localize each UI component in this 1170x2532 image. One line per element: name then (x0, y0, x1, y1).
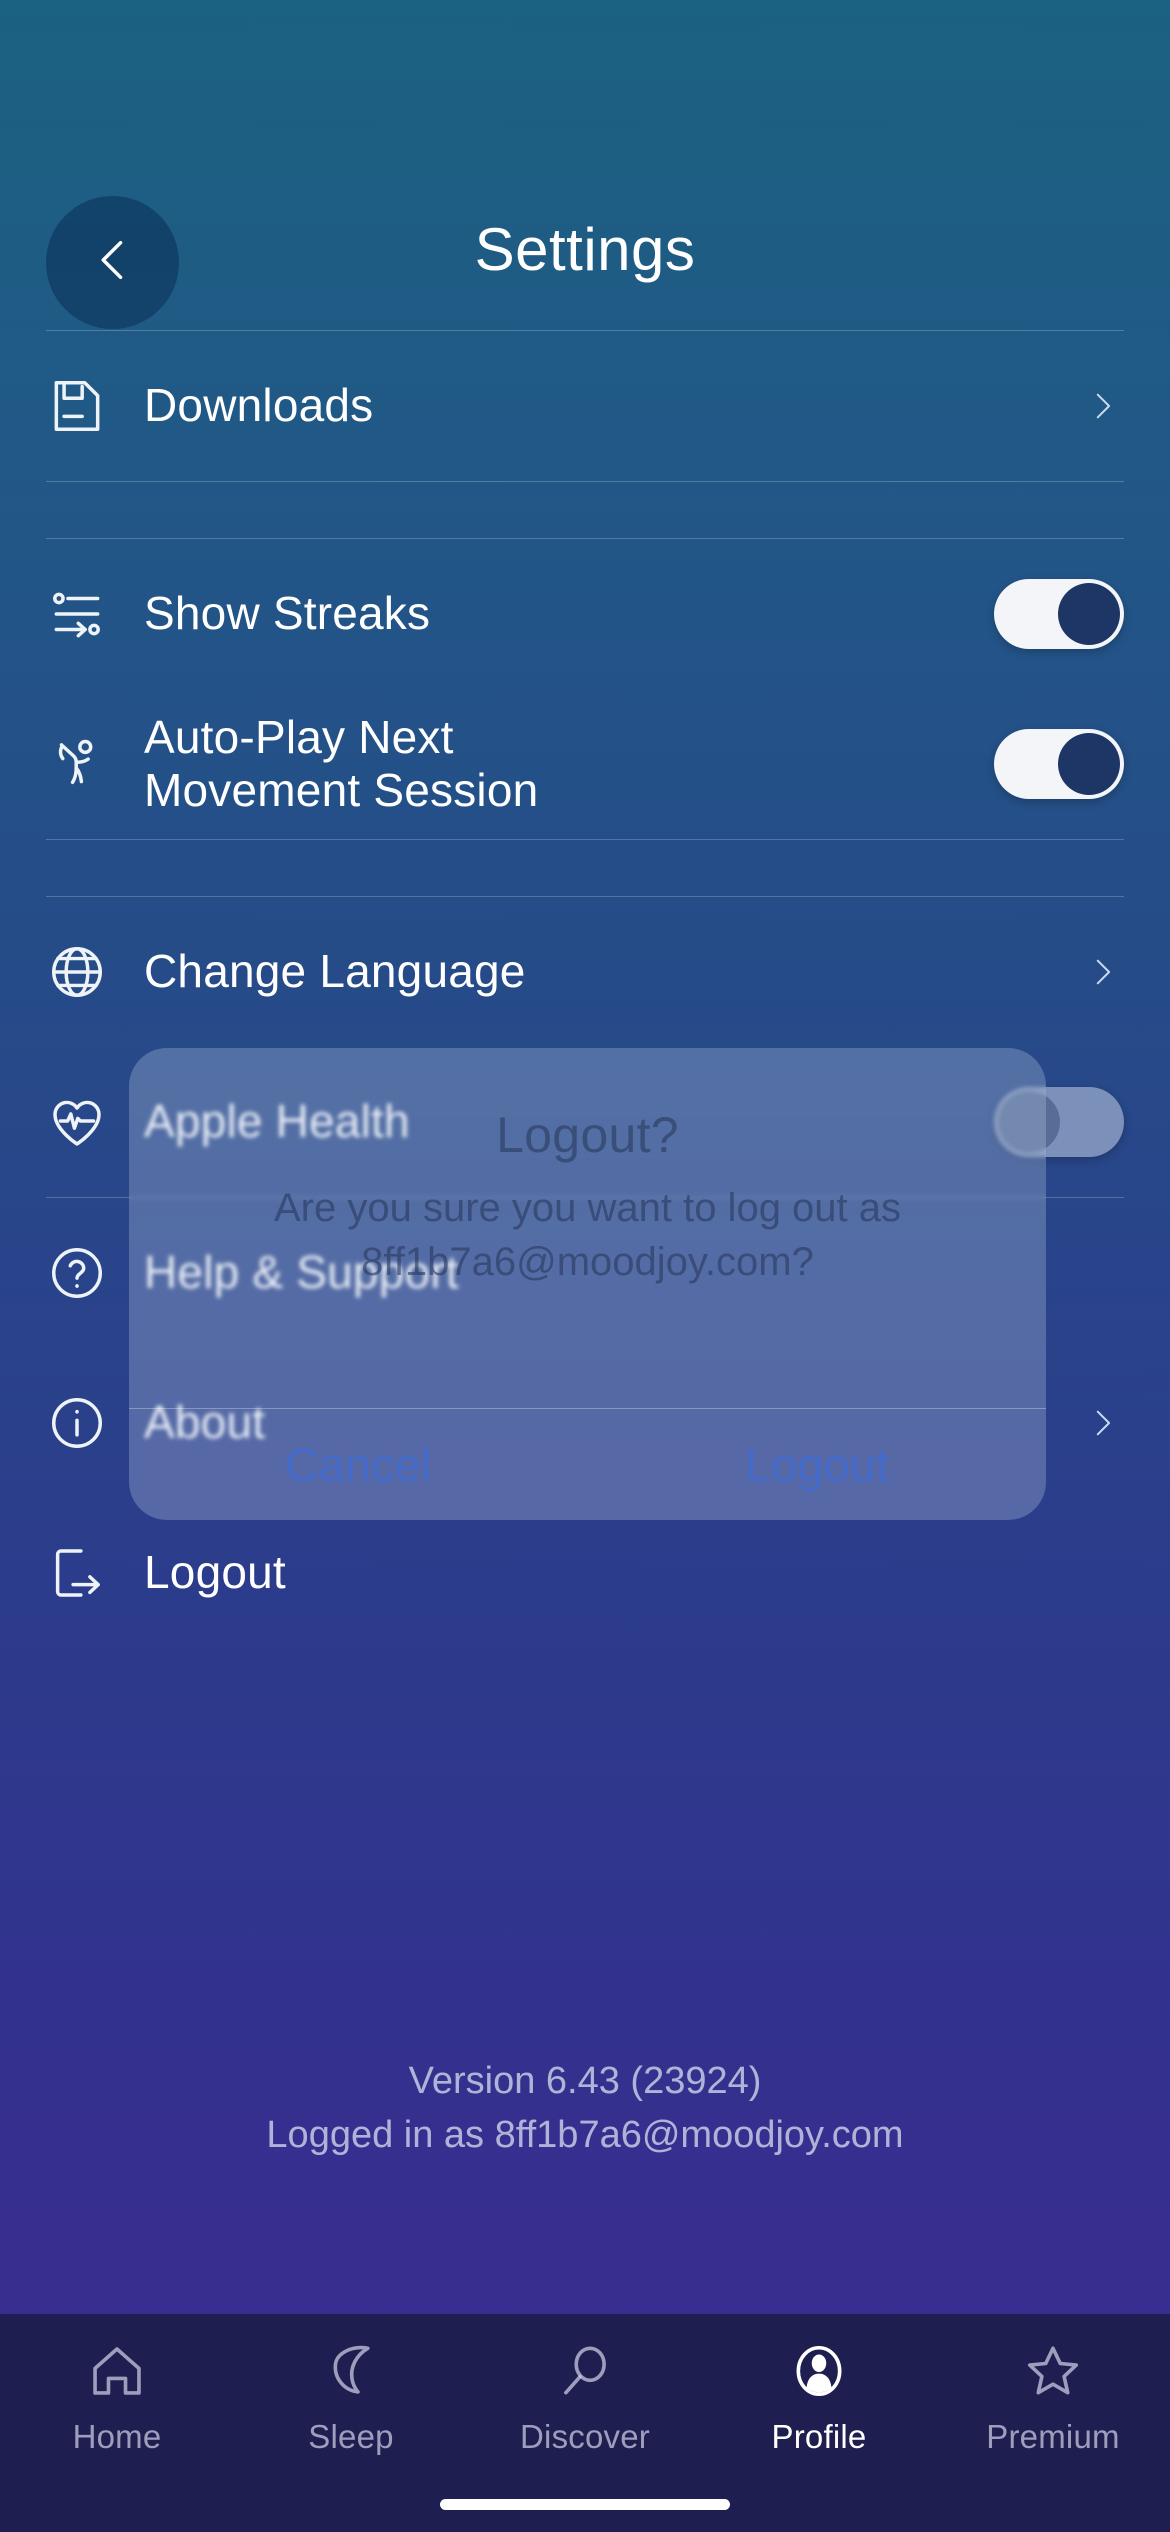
dialog-message: Are you sure you want to log out as 8ff1… (273, 1186, 902, 1284)
streaks-list-icon (46, 583, 138, 645)
dialog-title: Logout? (496, 1107, 679, 1163)
settings-row-label-line1: Auto-Play Next (144, 710, 454, 763)
house-icon (86, 2336, 148, 2406)
globe-icon (46, 941, 138, 1003)
document-save-icon (46, 375, 138, 437)
settings-row-show-streaks[interactable]: Show Streaks (0, 539, 1170, 689)
tab-profile[interactable]: Profile (702, 2336, 936, 2456)
tab-premium[interactable]: Premium (936, 2336, 1170, 2456)
settings-row-change-language[interactable]: Change Language (0, 897, 1170, 1047)
star-icon (1022, 2336, 1084, 2406)
settings-row-downloads[interactable]: Downloads (0, 331, 1170, 481)
tab-label: Profile (771, 2418, 867, 2455)
chevron-right-icon (1080, 945, 1124, 999)
logout-exit-icon (46, 1542, 138, 1604)
settings-row-label: Logout (144, 1546, 286, 1599)
tab-discover[interactable]: Discover (468, 2336, 702, 2456)
tab-label: Premium (986, 2418, 1120, 2455)
logged-in-text: Logged in as 8ff1b7a6@moodjoy.com (266, 2113, 904, 2156)
home-indicator (440, 2499, 730, 2510)
settings-row-label: Show Streaks (144, 587, 431, 640)
toggle-knob (1058, 583, 1120, 645)
dialog-cancel-button[interactable]: Cancel (129, 1409, 587, 1520)
movement-person-icon (46, 733, 138, 795)
question-circle-icon (46, 1242, 138, 1304)
settings-row-auto-play[interactable]: Auto-Play Next Movement Session (0, 689, 1170, 839)
tab-home[interactable]: Home (0, 2336, 234, 2456)
settings-row-label-line2: Movement Session (144, 764, 539, 816)
tab-label: Discover (520, 2418, 650, 2455)
page-title: Settings (474, 216, 696, 283)
tab-label: Sleep (308, 2418, 394, 2455)
tab-sleep[interactable]: Sleep (234, 2336, 468, 2456)
tab-label: Home (72, 2418, 162, 2455)
app-version-info: Version 6.43 (23924) Logged in as 8ff1b7… (0, 2055, 1170, 2163)
show-streaks-toggle[interactable] (994, 579, 1124, 649)
settings-row-label: Auto-Play Next Movement Session (138, 711, 994, 818)
settings-row-label: Change Language (144, 945, 526, 998)
magnifier-icon (554, 2336, 616, 2406)
dialog-body: Logout? Are you sure you want to log out… (129, 1048, 1046, 1289)
moon-icon (320, 2336, 382, 2406)
version-text: Version 6.43 (23924) (408, 2060, 762, 2102)
settings-row-label: Downloads (144, 379, 374, 432)
heart-pulse-icon (46, 1091, 138, 1153)
auto-play-toggle[interactable] (994, 729, 1124, 799)
info-circle-icon (46, 1392, 138, 1454)
logout-confirmation-dialog: Logout? Are you sure you want to log out… (129, 1048, 1046, 1520)
toggle-knob (1058, 733, 1120, 795)
person-filled-icon (788, 2336, 850, 2406)
chevron-right-icon (1080, 379, 1124, 433)
dialog-logout-button[interactable]: Logout (587, 1409, 1046, 1520)
page-header: Settings (0, 0, 1170, 330)
dialog-actions: Cancel Logout (129, 1408, 1046, 1520)
chevron-right-icon (1080, 1396, 1124, 1450)
settings-row-logout[interactable]: Logout (0, 1498, 1170, 1648)
